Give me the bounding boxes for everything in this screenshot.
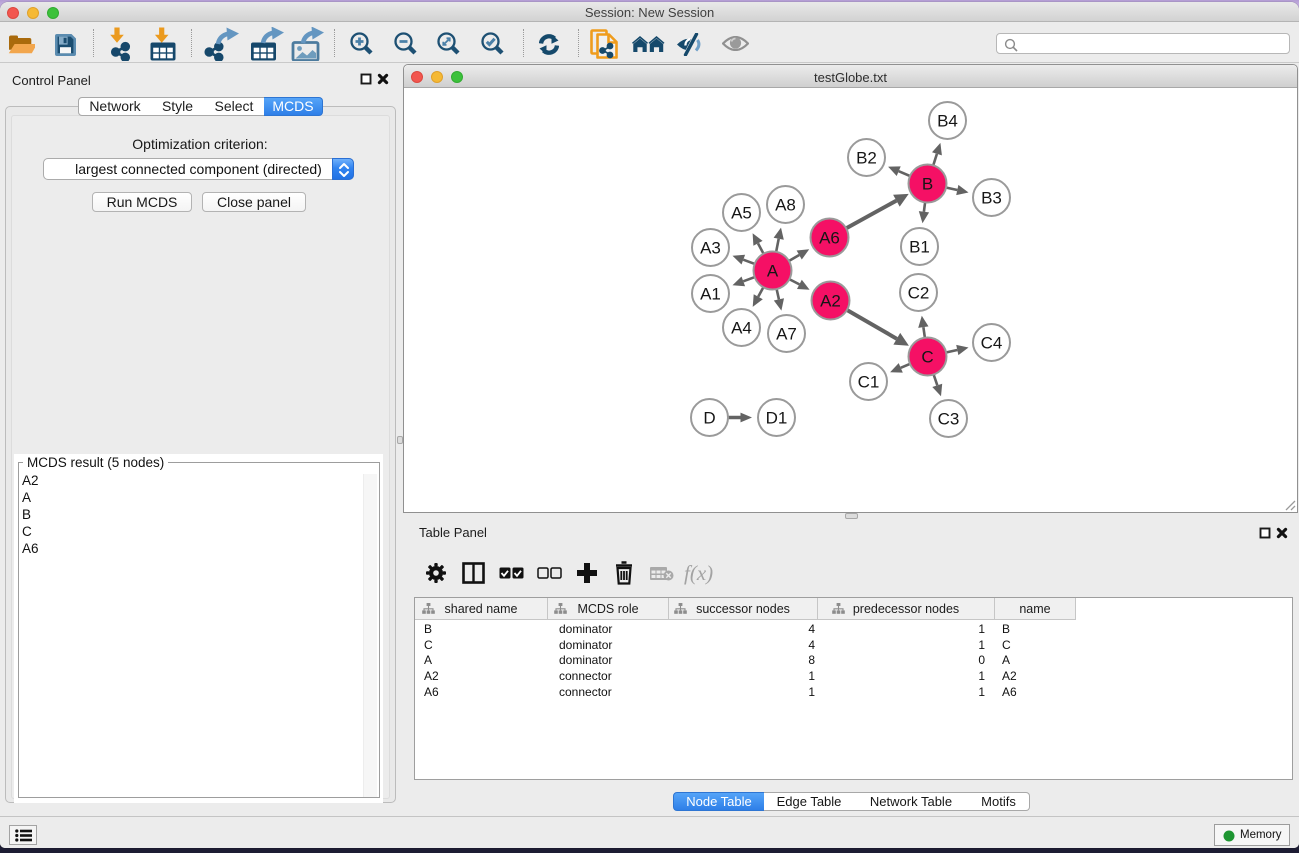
svg-text:C3: C3	[938, 410, 960, 429]
svg-text:A7: A7	[776, 325, 797, 344]
svg-text:B: B	[922, 175, 933, 194]
svg-text:A: A	[767, 262, 779, 281]
svg-text:C: C	[921, 348, 933, 367]
svg-text:A1: A1	[700, 285, 721, 304]
svg-text:A8: A8	[775, 196, 796, 215]
svg-text:B1: B1	[909, 238, 930, 257]
svg-text:B3: B3	[981, 189, 1002, 208]
svg-text:B4: B4	[937, 112, 958, 131]
svg-text:A3: A3	[700, 239, 721, 258]
svg-text:C1: C1	[858, 373, 880, 392]
svg-text:A4: A4	[731, 319, 752, 338]
svg-text:C2: C2	[908, 284, 930, 303]
svg-text:A6: A6	[819, 229, 840, 248]
svg-text:C4: C4	[981, 334, 1003, 353]
svg-text:A2: A2	[820, 292, 841, 311]
svg-text:D1: D1	[766, 409, 788, 428]
svg-text:B2: B2	[856, 149, 877, 168]
svg-text:D: D	[703, 409, 715, 428]
svg-text:A5: A5	[731, 204, 752, 223]
